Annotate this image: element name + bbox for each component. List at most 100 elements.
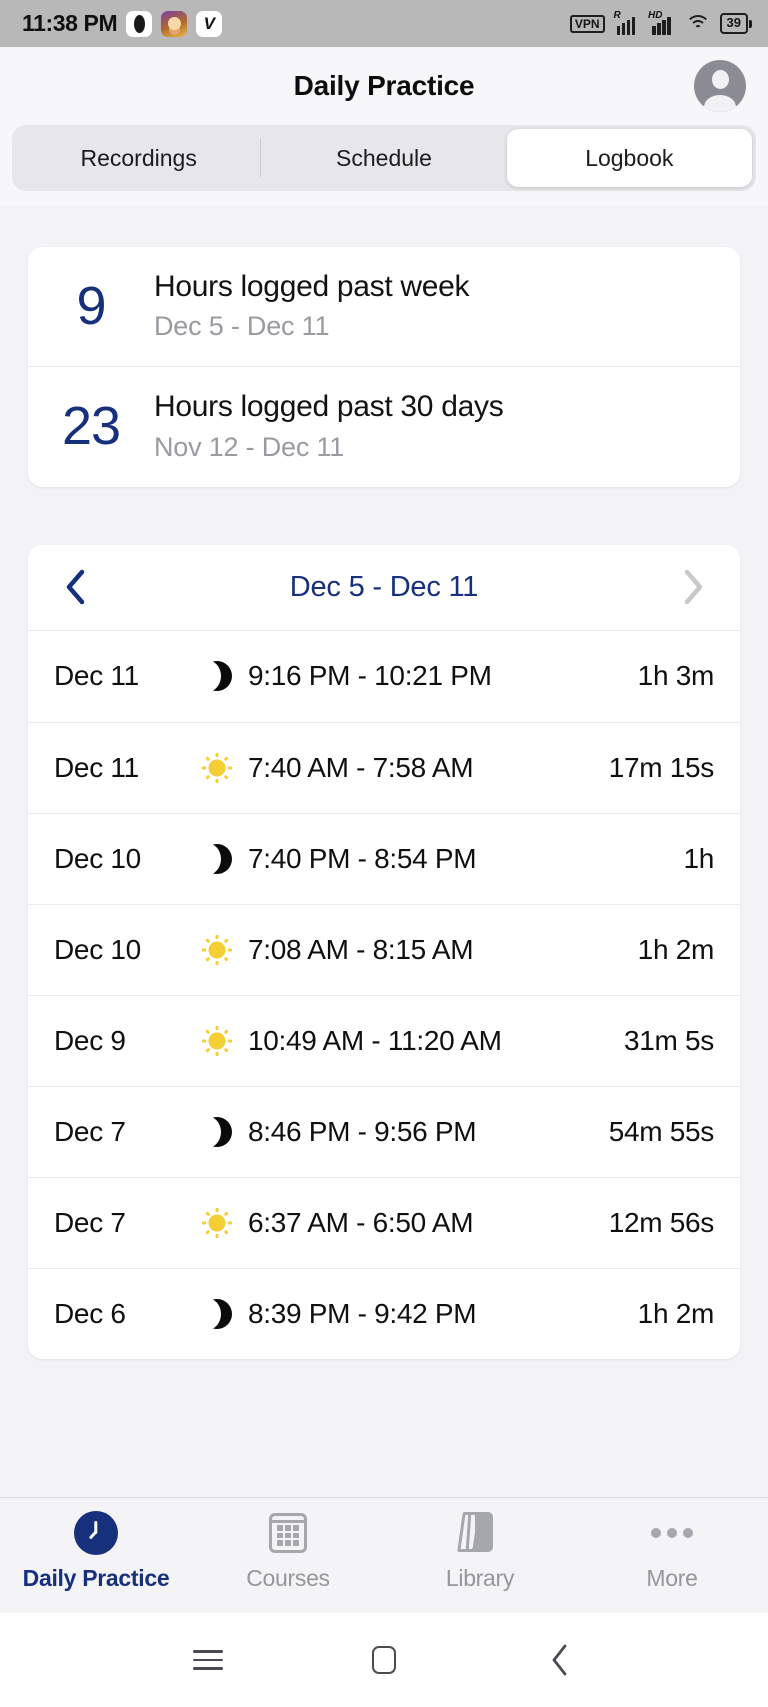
chevron-left-icon[interactable] [54,566,96,608]
bottom-tab-courses[interactable]: Courses [192,1510,384,1592]
moon-icon [193,1297,232,1330]
dark-capsule-app-icon [126,10,153,37]
status-bar-right: VPN R HD 39 [569,9,752,35]
log-entry-time-range: 9:16 PM - 10:21 PM [248,660,492,692]
stat-label-30days: Hours logged past 30 days [154,390,504,424]
log-entry-time-range: 6:37 AM - 6:50 AM [248,1206,474,1238]
log-entry-duration: 1h 3m [637,660,715,692]
log-entry-date: Dec 6 [54,1297,126,1329]
status-bar-left: 11:38 PM V [22,10,223,37]
log-entry-time-of-day-icon [186,1297,248,1330]
stats-card: 9 Hours logged past week Dec 5 - Dec 11 … [28,247,740,487]
log-entry-time-range: 7:08 AM - 8:15 AM [248,933,474,965]
cellular-signal-1-icon: R [613,9,641,35]
log-entry-row[interactable]: Dec 10 7:08 AM - 8:15 AM 1h 2m [28,903,740,995]
log-entry-date: Dec 7 [54,1206,126,1238]
tab-schedule[interactable]: Schedule [261,129,506,187]
week-navigator: Dec 5 - Dec 11 [28,545,740,631]
log-entry-time-of-day-icon [186,660,248,693]
stat-range-30days: Nov 12 - Dec 11 [154,431,345,462]
page-title: Daily Practice [293,70,475,101]
hd-voice-indicator: HD [648,9,663,21]
wifi-icon [685,14,711,34]
week-range-label: Dec 5 - Dec 11 [289,570,479,603]
bottom-tab-library[interactable]: Library [384,1510,576,1592]
logbook-card: Dec 5 - Dec 11 Dec 11 9:16 PM - 10:21 PM 1… [28,544,740,1359]
stat-value-30days: 23 [61,396,121,457]
log-entry-date: Dec 11 [54,751,139,783]
log-entry-time-range: 8:39 PM - 9:42 PM [248,1297,477,1329]
log-entry-date: Dec 11 [54,660,139,692]
log-entry-row[interactable]: Dec 11 9:16 PM - 10:21 PM 1h 3m [28,631,740,722]
log-entry-row[interactable]: Dec 7 8:46 PM - 9:56 PM 54m 55s [28,1085,740,1177]
tab-recordings[interactable]: Recordings [16,129,261,187]
log-entry-time-of-day-icon [186,751,248,785]
log-entry-row[interactable]: Dec 10 7:40 PM - 8:54 PM 1h [28,812,740,904]
android-nav-bar [0,1613,768,1707]
log-entry-time-range: 8:46 PM - 9:56 PM [248,1115,477,1147]
moon-icon [193,1115,232,1148]
tab-logbook-label: Logbook [585,144,674,171]
bottom-tab-more[interactable]: More [576,1510,768,1592]
stat-range-week: Dec 5 - Dec 11 [154,311,330,342]
roaming-indicator: R [613,9,621,21]
log-entry-row[interactable]: Dec 7 6:37 AM - 6:50 AM 12m 56s [28,1176,740,1268]
log-entry-date: Dec 7 [54,1115,126,1147]
bottom-tab-daily-practice-label: Daily Practice [22,1565,170,1591]
bottom-navigation: Daily Practice Courses Library More [0,1497,768,1613]
log-entry-time-of-day-icon [186,1115,248,1148]
tab-bar-container: Recordings Schedule Logbook [0,125,768,207]
vpn-icon: VPN [569,14,605,33]
chevron-right-icon[interactable] [672,566,714,608]
log-entry-time-range: 7:40 AM - 7:58 AM [248,751,474,783]
clock-icon [74,1510,118,1556]
log-entry-row[interactable]: Dec 9 10:49 AM - 11:20 AM 31m 5s [28,994,740,1086]
tab-logbook[interactable]: Logbook [506,129,752,187]
log-entry-date: Dec 10 [54,933,141,965]
character-avatar-app-icon [161,10,188,37]
sun-icon [200,751,234,785]
log-entry-duration: 12m 56s [608,1206,715,1238]
account-avatar[interactable] [694,60,746,112]
log-entry-date: Dec 9 [54,1024,126,1056]
cellular-signal-2-icon: HD [648,9,676,35]
battery-level-label: 39 [719,13,748,34]
log-entry-time-range: 10:49 AM - 11:20 AM [248,1024,502,1056]
battery-icon: 39 [719,13,752,34]
sun-icon [200,1024,234,1058]
bottom-tab-courses-label: Courses [246,1565,330,1591]
log-entry-row[interactable]: Dec 11 7:40 AM - 7:58 AM 17m 15s [28,721,740,813]
home-icon[interactable] [356,1632,412,1688]
log-entry-duration: 17m 15s [608,751,715,783]
logbook-content: 9 Hours logged past week Dec 5 - Dec 11 … [0,207,768,1497]
log-entry-time-of-day-icon [186,842,248,875]
log-entry-time-of-day-icon [186,1206,248,1240]
log-entry-duration: 54m 55s [608,1115,715,1147]
log-entry-time-range: 7:40 PM - 8:54 PM [248,842,477,874]
moon-icon [193,842,232,875]
status-bar-clock: 11:38 PM [22,10,118,36]
bottom-tab-daily-practice[interactable]: Daily Practice [0,1510,192,1592]
bottom-tab-library-label: Library [445,1565,515,1591]
log-entry-time-of-day-icon [186,933,248,967]
log-entry-row[interactable]: Dec 6 8:39 PM - 9:42 PM 1h 2m [28,1267,740,1359]
ellipsis-icon [651,1510,693,1556]
phone-screen: 11:38 PM V VPN R HD 39 Daily Practice Re… [0,0,768,1707]
log-entry-duration: 1h 2m [637,933,715,965]
log-entry-duration: 1h [683,842,714,874]
log-entry-list: Dec 11 9:16 PM - 10:21 PM 1h 3m Dec 11 7:40 … [28,631,740,1359]
sun-icon [200,1206,234,1240]
android-status-bar: 11:38 PM V VPN R HD 39 [0,0,768,47]
app-header: Daily Practice [0,47,768,125]
moon-icon [193,660,232,693]
recents-menu-icon[interactable] [180,1632,236,1688]
books-icon [457,1510,500,1556]
segmented-tabs: Recordings Schedule Logbook [12,125,756,191]
tab-recordings-label: Recordings [80,144,197,171]
log-entry-date: Dec 10 [54,842,141,874]
stat-row-week: 9 Hours logged past week Dec 5 - Dec 11 [28,247,740,366]
back-icon[interactable] [532,1632,588,1688]
calendar-icon [269,1510,307,1556]
stat-row-30days: 23 Hours logged past 30 days Nov 12 - De… [28,366,740,486]
tab-schedule-label: Schedule [336,144,432,171]
